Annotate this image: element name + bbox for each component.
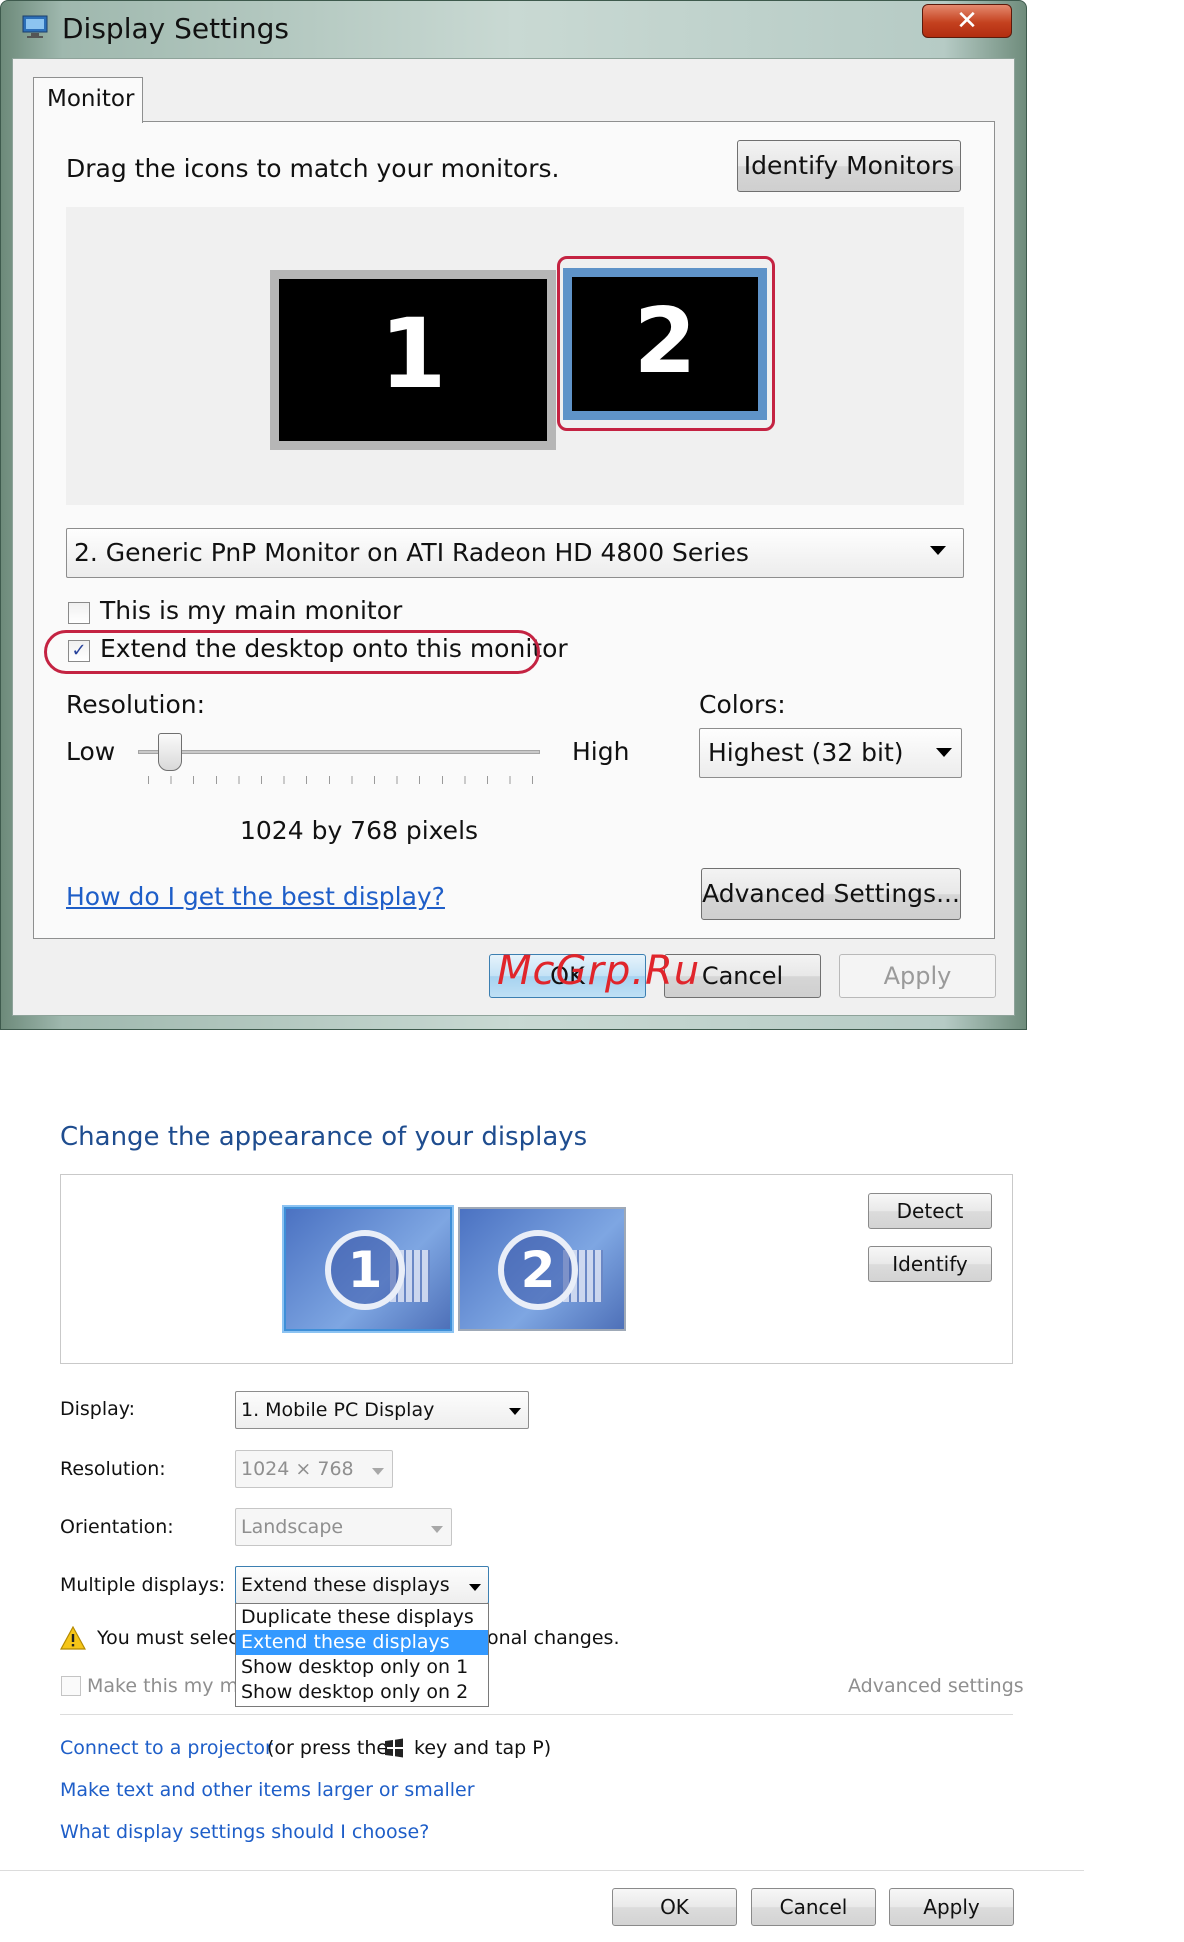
resolution-label: Resolution: [66, 690, 206, 719]
windows-key-icon [385, 1738, 403, 1758]
chevron-down-icon[interactable] [372, 1468, 384, 1475]
main-monitor-label: This is my main monitor [100, 596, 403, 625]
multiple-displays-select[interactable]: Extend these displays [235, 1566, 489, 1604]
watermark: McGrp.Ru [497, 948, 701, 994]
best-display-help-link[interactable]: How do I get the best display? [66, 882, 445, 911]
main-monitor-checkbox[interactable] [68, 602, 90, 624]
make-main-display-checkbox[interactable] [61, 1676, 81, 1696]
chevron-down-icon[interactable] [936, 748, 952, 757]
chevron-down-icon[interactable] [431, 1526, 443, 1533]
drag-instruction: Drag the icons to match your monitors. [66, 154, 560, 183]
colors-label: Colors: [699, 690, 786, 719]
cancel-button[interactable]: Cancel [751, 1888, 876, 1926]
display-settings-help-link[interactable]: What display settings should I choose? [60, 1821, 429, 1843]
text-size-link[interactable]: Make text and other items larger or smal… [60, 1779, 475, 1801]
detect-button[interactable]: Detect [868, 1193, 992, 1229]
warning-text: You must select [97, 1627, 247, 1649]
identify-button[interactable]: Identify [868, 1246, 992, 1282]
resolution-label: Resolution: [60, 1458, 166, 1480]
chevron-down-icon[interactable] [469, 1584, 481, 1591]
display-select[interactable]: 1. Mobile PC Display [235, 1391, 529, 1429]
monitor-select[interactable]: 2. Generic PnP Monitor on ATI Radeon HD … [66, 528, 964, 578]
chevron-down-icon[interactable] [509, 1408, 521, 1415]
warning-text-end: onal changes. [487, 1627, 620, 1649]
display-settings-icon [22, 15, 48, 38]
dropdown-option-selected[interactable]: Extend these displays [236, 1630, 488, 1655]
multiple-displays-dropdown[interactable]: Duplicate these displays Extend these di… [235, 1603, 489, 1707]
monitor-1-icon[interactable]: 1 [279, 279, 547, 441]
dropdown-option[interactable]: Show desktop only on 2 [236, 1680, 488, 1705]
resolution-select[interactable]: 1024 × 768 [235, 1450, 393, 1488]
display-1-number: 1 [325, 1230, 405, 1310]
identify-monitors-button[interactable]: Identify Monitors [737, 140, 961, 192]
connect-projector-link[interactable]: Connect to a projector [60, 1737, 273, 1759]
slider-high-label: High [572, 737, 630, 766]
projector-hint-text: (or press the [267, 1737, 389, 1759]
dropdown-option[interactable]: Show desktop only on 1 [236, 1655, 488, 1680]
title-bar[interactable]: Display Settings ✕ [0, 0, 1027, 56]
divider [0, 1870, 1084, 1871]
chevron-down-icon[interactable] [930, 546, 946, 555]
dropdown-option[interactable]: Duplicate these displays [236, 1605, 488, 1630]
apply-button[interactable]: Apply [889, 1888, 1014, 1926]
display-label: Display: [60, 1398, 136, 1420]
resolution-slider-track[interactable] [138, 750, 540, 754]
orientation-select[interactable]: Landscape [235, 1508, 452, 1546]
orientation-label: Orientation: [60, 1516, 174, 1538]
colors-select[interactable]: Highest (32 bit) [699, 728, 962, 778]
slider-low-label: Low [66, 737, 116, 766]
page-title: Change the appearance of your displays [60, 1122, 588, 1152]
make-main-display-label: Make this my ma [87, 1675, 250, 1697]
close-button[interactable]: ✕ [922, 4, 1012, 38]
projector-hint-text-end: key and tap P) [414, 1737, 552, 1759]
divider [60, 1714, 1013, 1715]
display-2-number: 2 [498, 1230, 578, 1310]
advanced-settings-button[interactable]: Advanced Settings... [701, 868, 961, 920]
slider-ticks [148, 776, 534, 784]
apply-button[interactable]: Apply [839, 954, 996, 998]
multiple-displays-label: Multiple displays: [60, 1574, 226, 1596]
ok-button[interactable]: OK [612, 1888, 737, 1926]
monitor-2-highlight-annotation [557, 256, 775, 431]
extend-desktop-highlight-annotation [44, 630, 540, 674]
resolution-value: 1024 by 768 pixels [240, 816, 479, 845]
resolution-slider-thumb[interactable] [158, 733, 183, 771]
tab-monitor[interactable]: Monitor [33, 77, 143, 123]
warning-icon [60, 1626, 86, 1650]
window-title: Display Settings [62, 12, 289, 45]
advanced-settings-link[interactable]: Advanced settings [848, 1675, 1024, 1697]
